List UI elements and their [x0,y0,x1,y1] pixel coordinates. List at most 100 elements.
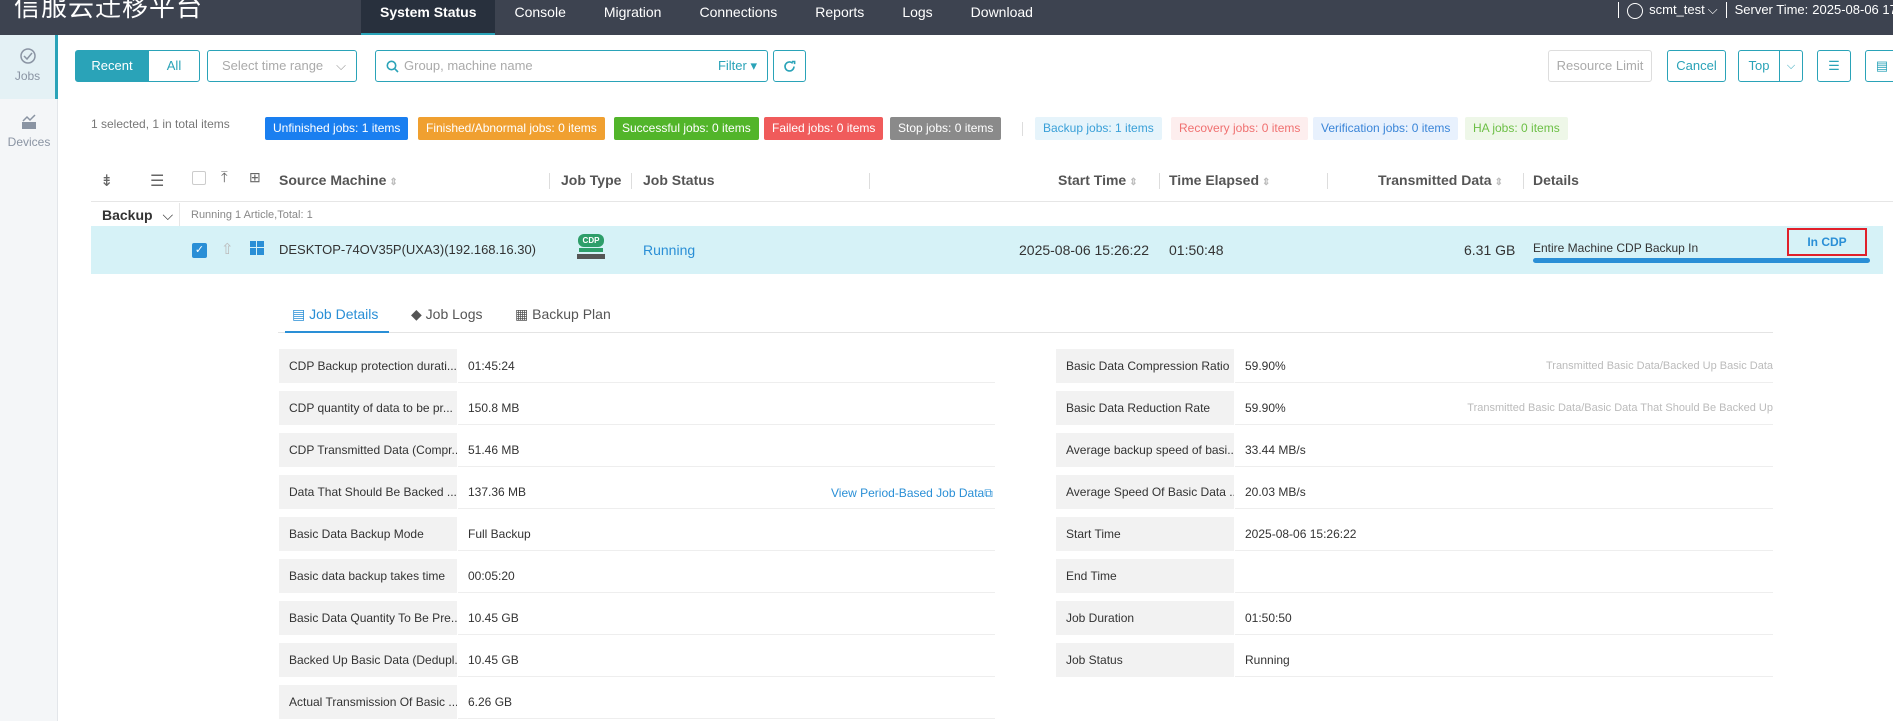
detail-value: Full Backup [458,517,995,551]
pin-top-icon[interactable]: ⤒ [221,169,228,186]
nav-console[interactable]: Console [495,0,584,35]
source-machine[interactable]: DESKTOP-74OV35P(UXA3)(192.168.16.30) [279,242,536,257]
pin-top-icon[interactable]: ⇧ [221,240,234,258]
job-status[interactable]: Running [643,242,695,258]
nav-reports[interactable]: Reports [796,0,883,35]
export-button[interactable]: ▤ [1865,50,1893,82]
main-nav: System Status Console Migration Connecti… [361,0,1052,35]
detail-label: CDP Backup protection durati... [279,349,457,383]
detail-label: Basic Data Reduction Rate [1056,391,1234,425]
windows-icon [250,241,264,255]
list-view-button[interactable]: ☰ [1817,50,1851,82]
sidebar-label: Devices [7,135,51,149]
detail-value [1235,559,1773,593]
tab-job-logs[interactable]: ◆ Job Logs [411,306,483,323]
resource-limit-button[interactable]: Resource Limit [1548,50,1652,82]
expand-all-icon[interactable]: ⇟ [100,171,113,191]
col-divider [1523,173,1524,189]
status-badge[interactable]: Stop jobs: 0 items [890,117,1002,140]
divider [1618,2,1620,18]
server-time: 2025-08-06 17:17:13 [1812,2,1893,17]
detail-label: End Time [1056,559,1234,593]
sidebar-item-jobs[interactable]: Jobs [0,35,58,99]
nav-logs[interactable]: Logs [883,0,951,35]
job-progress-fill [1533,258,1870,263]
col-job-type[interactable]: Job Type [561,172,621,188]
collapse-all-icon[interactable]: ☰ [150,171,164,191]
time-range-select[interactable]: Select time range ⌵ [207,50,357,82]
tab-job-details[interactable]: ▤ Job Details [292,306,378,323]
type-badge[interactable]: Backup jobs: 1 items [1035,117,1162,140]
recent-tab[interactable]: Recent [75,50,149,82]
jobs-icon [19,48,36,64]
job-progress-bar [1533,258,1870,263]
refresh-icon [784,60,796,72]
menu-icon: ☰ [1828,58,1840,73]
export-icon: ▤ [1875,58,1889,73]
chevron-down-icon: ⌵ [1786,60,1796,72]
status-badge[interactable]: Finished/Abnormal jobs: 0 items [418,117,605,140]
chevron-down-icon: ⌵ [162,207,174,223]
detail-label: Backed Up Basic Data (Dedupl... [279,643,457,677]
col-divider [549,173,550,189]
user-menu[interactable]: scmt_test [1649,2,1705,17]
col-divider [631,173,632,189]
cancel-button[interactable]: Cancel [1667,50,1726,82]
detail-value: 2025-08-06 15:26:22 [1235,517,1773,551]
detail-label: CDP Transmitted Data (Compr... [279,433,457,467]
nav-migration[interactable]: Migration [585,0,681,35]
col-start-time[interactable]: Start Time ⇕ [1058,172,1138,188]
col-transmitted-data[interactable]: Transmitted Data ⇕ [1378,172,1503,188]
user-icon [1627,3,1644,19]
top-dropdown[interactable]: ⌵ [1779,50,1803,82]
row-checkbox[interactable]: ✓ [192,243,207,258]
in-cdp-link[interactable]: In CDP [1787,228,1867,256]
calendar-icon: ▤ [292,306,306,322]
detail-value: 10.45 GB [458,643,995,677]
col-time-elapsed[interactable]: Time Elapsed ⇕ [1169,172,1270,188]
status-badge[interactable]: Successful jobs: 0 items [614,117,759,140]
detail-value: 51.46 MB [458,433,995,467]
refresh-button[interactable] [773,50,806,82]
tab-backup-plan[interactable]: ▦ Backup Plan [515,306,611,323]
detail-value: 6.26 GB [458,685,995,719]
top-bar: 信服云迁移平台 System Status Console Migration … [0,0,1893,35]
detail-label: Data That Should Be Backed ... [279,475,457,509]
filter-dropdown[interactable]: Filter ▾ [718,51,757,81]
nav-connections[interactable]: Connections [680,0,796,35]
search-icon [386,60,399,73]
col-source-machine[interactable]: Source Machine ⇕ [279,172,398,188]
external-link-icon: ⧉ [984,486,993,500]
col-job-status[interactable]: Job Status [643,172,715,188]
type-badge[interactable]: Verification jobs: 0 items [1313,117,1459,140]
nav-download[interactable]: Download [952,0,1052,35]
active-tab-indicator [285,331,389,333]
search-input[interactable]: Group, machine name Filter ▾ [375,50,768,82]
detail-value: 33.44 MB/s [1235,433,1773,467]
group-toggle[interactable]: Backup ⌵ [102,207,173,224]
type-badge[interactable]: HA jobs: 0 items [1465,117,1568,140]
detail-value: 10.45 GB [458,601,995,635]
status-badge[interactable]: Unfinished jobs: 1 items [265,117,409,140]
detail-label: Average Speed Of Basic Data ... [1056,475,1234,509]
chevron-down-icon[interactable]: ⌵ [1708,2,1718,18]
detail-value: 01:45:24 [458,349,995,383]
start-time: 2025-08-06 15:26:22 [1019,242,1149,258]
group-summary: Running 1 Article,Total: 1 [191,209,313,221]
all-tab[interactable]: All [148,50,200,82]
col-details[interactable]: Details [1533,172,1579,188]
brand-title: 信服云迁移平台 [14,0,204,23]
select-all-checkbox[interactable] [192,171,206,185]
type-badge[interactable]: Recovery jobs: 0 items [1171,117,1309,140]
top-button[interactable]: Top [1738,50,1780,82]
nav-system-status[interactable]: System Status [361,0,496,35]
detail-value: 01:50:50 [1235,601,1773,635]
columns-icon[interactable]: ⊞ [249,169,261,186]
view-period-link[interactable]: View Period-Based Job Data⧉ [831,486,993,501]
transmitted-data: 6.31 GB [1464,242,1516,258]
sidebar-item-devices[interactable]: Devices [0,113,58,177]
sidebar: Jobs Devices [0,35,58,721]
detail-label: Job Duration [1056,601,1234,635]
status-badge[interactable]: Failed jobs: 0 items [764,117,884,140]
cube-icon: ◆ [411,306,422,322]
